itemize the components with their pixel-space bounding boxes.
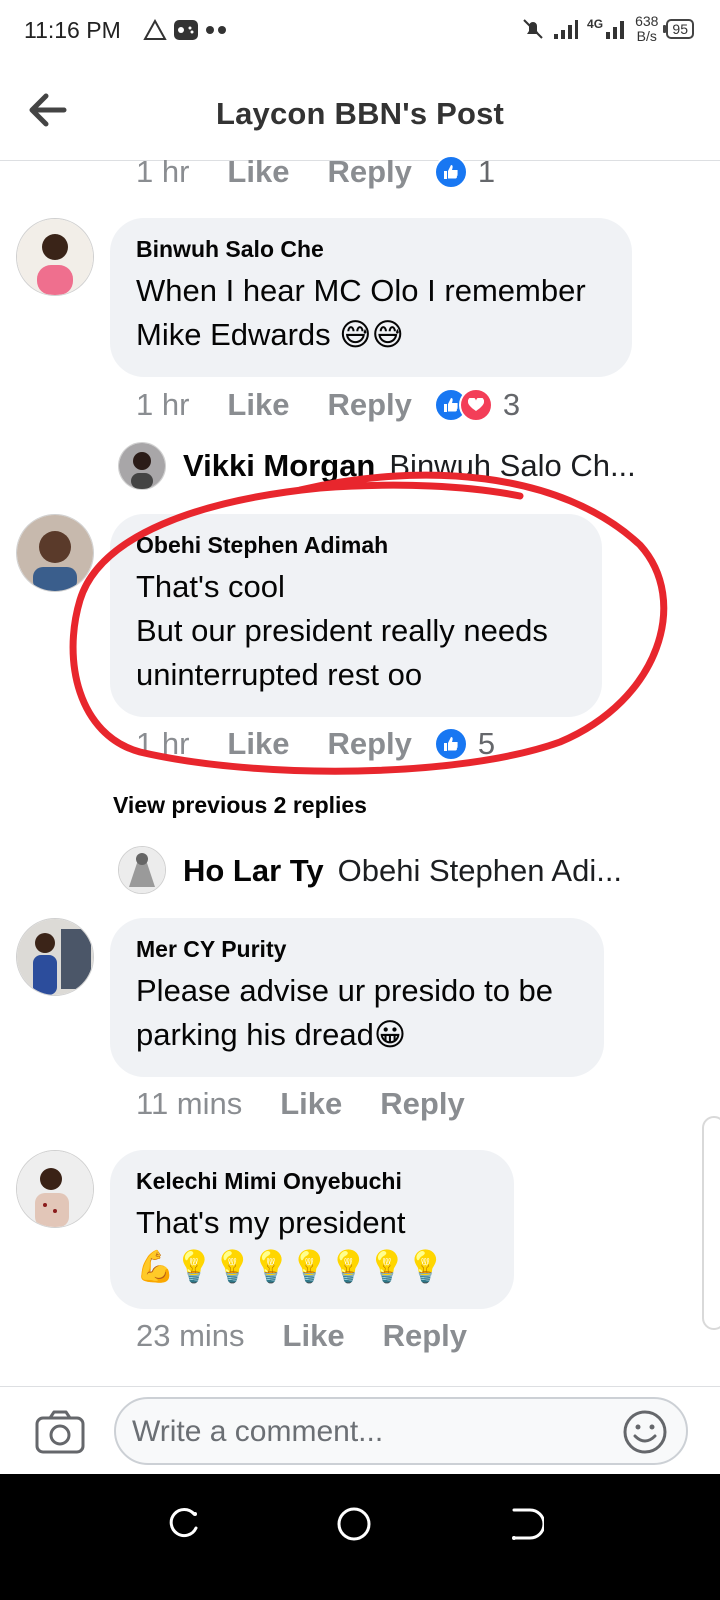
more-dots-icon bbox=[206, 26, 226, 34]
avatar[interactable] bbox=[16, 514, 94, 592]
comment-bubble[interactable]: Obehi Stephen Adimah That's cool But our… bbox=[110, 514, 602, 717]
recent-apps-icon[interactable] bbox=[164, 1504, 204, 1544]
reply-preview[interactable]: Vikki Morgan Binwuh Salo Ch... bbox=[183, 448, 636, 484]
avatar[interactable] bbox=[16, 1150, 94, 1228]
reply-text: Obehi Stephen Adi... bbox=[337, 853, 623, 888]
comment-meta-row: 11 mins Like Reply bbox=[136, 1086, 503, 1122]
reaction-count[interactable]: 1 bbox=[478, 154, 495, 190]
network-type: 4G bbox=[587, 17, 604, 31]
reply-preview[interactable]: Ho Lar Ty Obehi Stephen Adi... bbox=[183, 853, 622, 889]
network-speed-value: 638 bbox=[635, 13, 659, 29]
comment-author[interactable]: Binwuh Salo Che bbox=[136, 236, 606, 263]
reply-button[interactable]: Reply bbox=[380, 1086, 464, 1122]
like-reaction-icon[interactable] bbox=[433, 727, 468, 761]
comment-time: 11 mins bbox=[136, 1086, 243, 1121]
avatar[interactable] bbox=[16, 218, 94, 296]
scroll-handle[interactable] bbox=[702, 1116, 720, 1330]
comment-time: 1 hr bbox=[136, 726, 190, 761]
comment-bubble[interactable]: Binwuh Salo Che When I hear MC Olo I rem… bbox=[110, 218, 632, 377]
love-reaction-icon[interactable] bbox=[458, 388, 493, 422]
game-controller-icon bbox=[174, 20, 198, 40]
reply-author[interactable]: Vikki Morgan bbox=[183, 448, 375, 484]
comment-text-line: parking his dread😀 bbox=[136, 1017, 407, 1052]
comment-text-line: When I hear MC Olo I remember bbox=[136, 273, 586, 308]
comment-input[interactable] bbox=[130, 1411, 614, 1453]
reply-text: Binwuh Salo Ch... bbox=[389, 448, 636, 483]
mute-bell-icon bbox=[523, 19, 543, 39]
comment-text-line: 💪💡💡💡💡💡💡💡 bbox=[136, 1249, 445, 1284]
warning-triangle-icon bbox=[143, 19, 167, 40]
reply-author[interactable]: Ho Lar Ty bbox=[183, 853, 324, 889]
like-button[interactable]: Like bbox=[227, 726, 289, 762]
reaction-count[interactable]: 3 bbox=[503, 387, 520, 423]
comment-author[interactable]: Mer CY Purity bbox=[136, 936, 578, 963]
reply-button[interactable]: Reply bbox=[327, 154, 411, 190]
comment-meta-row: 23 mins Like Reply bbox=[136, 1318, 505, 1354]
comment-bubble[interactable]: Kelechi Mimi Onyebuchi That's my preside… bbox=[110, 1150, 514, 1309]
comment-bubble[interactable]: Mer CY Purity Please advise ur presido t… bbox=[110, 918, 604, 1077]
reply-button[interactable]: Reply bbox=[383, 1318, 467, 1354]
status-bar: 11:16 PM 4G 638 B/s 95 bbox=[0, 0, 720, 64]
comment-text-line: That's cool bbox=[136, 569, 285, 604]
network-speed: 638 B/s bbox=[635, 14, 658, 44]
comment-composer bbox=[0, 1386, 720, 1475]
comment-author[interactable]: Kelechi Mimi Onyebuchi bbox=[136, 1168, 488, 1195]
post-header: Laycon BBN's Post bbox=[0, 64, 720, 161]
status-left-icons bbox=[143, 18, 229, 42]
comment-time: 23 mins bbox=[136, 1318, 245, 1353]
comment-time: 1 hr bbox=[136, 387, 190, 422]
comment-meta-row: 1 hr Like Reply 5 bbox=[136, 726, 495, 762]
avatar[interactable] bbox=[16, 918, 94, 996]
like-reaction-icon[interactable] bbox=[433, 155, 468, 189]
avatar[interactable] bbox=[118, 846, 166, 894]
facebook-post-comments-screen: 11:16 PM 4G 638 B/s 95 Laycon BBN's Post… bbox=[0, 0, 720, 1600]
system-nav-bar bbox=[0, 1474, 720, 1600]
like-button[interactable]: Like bbox=[283, 1318, 345, 1354]
reply-button[interactable]: Reply bbox=[327, 387, 411, 423]
battery-icon: 95 bbox=[663, 19, 694, 39]
back-nav-icon[interactable] bbox=[504, 1504, 544, 1544]
like-button[interactable]: Like bbox=[227, 387, 289, 423]
smiley-icon[interactable] bbox=[622, 1409, 668, 1455]
comment-input-wrapper[interactable] bbox=[114, 1397, 688, 1465]
comment-text-line: Mike Edwards 😅😅 bbox=[136, 317, 404, 352]
like-button[interactable]: Like bbox=[227, 154, 289, 190]
comment-text-line: That's my president bbox=[136, 1205, 406, 1240]
page-title: Laycon BBN's Post bbox=[215, 96, 505, 131]
comment-text-line: But our president really needs bbox=[136, 613, 548, 648]
status-right-icons: 4G 638 B/s 95 bbox=[521, 14, 694, 44]
signal-icon-2 bbox=[606, 21, 625, 39]
comment-text-line: uninterrupted rest oo bbox=[136, 657, 423, 692]
comment-meta-row: 1 hr Like Reply 1 bbox=[136, 154, 495, 190]
home-icon[interactable] bbox=[334, 1504, 374, 1544]
comment-text-line: Please advise ur presido to be bbox=[136, 973, 554, 1008]
signal-icon bbox=[554, 20, 579, 39]
avatar[interactable] bbox=[118, 442, 166, 490]
comment-author[interactable]: Obehi Stephen Adimah bbox=[136, 532, 576, 559]
status-time: 11:16 PM bbox=[24, 17, 121, 43]
reaction-count[interactable]: 5 bbox=[478, 726, 495, 762]
reply-button[interactable]: Reply bbox=[327, 726, 411, 762]
network-speed-unit: B/s bbox=[636, 28, 657, 44]
camera-icon[interactable] bbox=[34, 1409, 86, 1455]
view-previous-replies-link[interactable]: View previous 2 replies bbox=[113, 792, 367, 819]
comment-time: 1 hr bbox=[136, 154, 190, 189]
comment-meta-row: 1 hr Like Reply 3 bbox=[136, 387, 520, 423]
like-button[interactable]: Like bbox=[280, 1086, 342, 1122]
